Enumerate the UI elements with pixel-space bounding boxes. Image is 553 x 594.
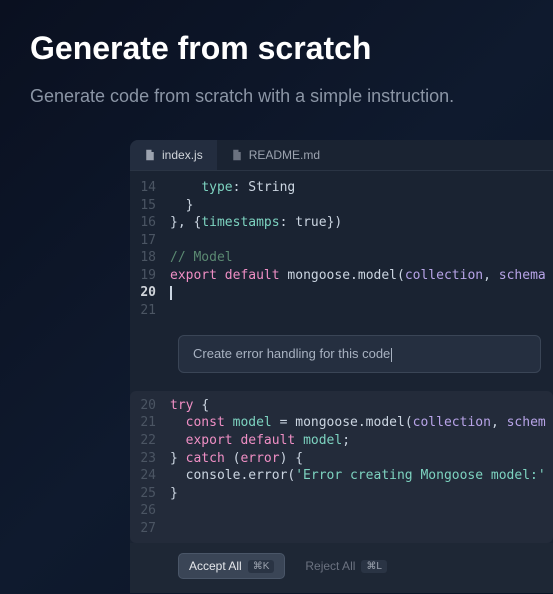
editor-panel: index.js README.md 14 type: String15 }16… <box>130 140 553 593</box>
line-number: 21 <box>130 414 170 432</box>
button-label: Accept All <box>189 559 242 573</box>
action-bar: Accept All ⌘K Reject All ⌘L <box>130 543 553 593</box>
cursor-icon <box>170 286 172 300</box>
code-line[interactable]: 26 <box>130 502 553 520</box>
line-content: } <box>170 485 553 503</box>
line-number: 23 <box>130 450 170 468</box>
line-content <box>170 302 553 320</box>
code-suggestion: 20try {21 const model = mongoose.model(c… <box>130 391 553 543</box>
line-number: 14 <box>130 179 170 197</box>
code-line[interactable]: 24 console.error('Error creating Mongoos… <box>130 467 553 485</box>
code-line[interactable]: 25} <box>130 485 553 503</box>
code-line[interactable]: 20try { <box>130 397 553 415</box>
line-content: // Model <box>170 249 553 267</box>
reject-all-button[interactable]: Reject All ⌘L <box>295 553 397 579</box>
suggestion-block: 20try {21 const model = mongoose.model(c… <box>130 391 553 593</box>
text-cursor <box>391 348 392 362</box>
line-content: const model = mongoose.model(collection,… <box>170 414 553 432</box>
accept-all-button[interactable]: Accept All ⌘K <box>178 553 285 579</box>
code-line[interactable]: 19export default mongoose.model(collecti… <box>130 267 553 285</box>
line-number: 22 <box>130 432 170 450</box>
button-label: Reject All <box>305 559 355 573</box>
code-editor-top[interactable]: 14 type: String15 }16}, {timestamps: tru… <box>130 171 553 327</box>
page-title: Generate from scratch <box>30 30 523 67</box>
file-js-icon <box>144 149 156 161</box>
line-content: } catch (error) { <box>170 450 553 468</box>
line-content: }, {timestamps: true}) <box>170 214 553 232</box>
code-line[interactable]: 21 <box>130 302 553 320</box>
line-number: 26 <box>130 502 170 520</box>
line-content: try { <box>170 397 553 415</box>
line-number: 21 <box>130 302 170 320</box>
line-number: 19 <box>130 267 170 285</box>
kbd-shortcut: ⌘K <box>248 560 275 573</box>
line-number: 15 <box>130 197 170 215</box>
line-number: 18 <box>130 249 170 267</box>
line-content <box>170 284 553 302</box>
tab-label: README.md <box>249 148 320 162</box>
prompt-input[interactable]: Create error handling for this code <box>178 335 541 373</box>
prompt-text: Create error handling for this code <box>193 346 390 361</box>
tab-bar: index.js README.md <box>130 140 553 171</box>
code-line[interactable]: 20 <box>130 284 553 302</box>
line-number: 20 <box>130 397 170 415</box>
line-number: 25 <box>130 485 170 503</box>
code-line[interactable]: 27 <box>130 520 553 538</box>
line-number: 20 <box>130 284 170 302</box>
tab-readme[interactable]: README.md <box>217 140 334 170</box>
code-line[interactable]: 16}, {timestamps: true}) <box>130 214 553 232</box>
code-line[interactable]: 23} catch (error) { <box>130 450 553 468</box>
line-content <box>170 520 553 538</box>
tab-label: index.js <box>162 148 203 162</box>
code-line[interactable]: 17 <box>130 232 553 250</box>
code-line[interactable]: 21 const model = mongoose.model(collecti… <box>130 414 553 432</box>
code-line[interactable]: 18// Model <box>130 249 553 267</box>
line-content: } <box>170 197 553 215</box>
code-line[interactable]: 14 type: String <box>130 179 553 197</box>
line-content: console.error('Error creating Mongoose m… <box>170 467 553 485</box>
line-content: export default model; <box>170 432 553 450</box>
tab-index-js[interactable]: index.js <box>130 140 217 170</box>
code-line[interactable]: 22 export default model; <box>130 432 553 450</box>
line-content <box>170 502 553 520</box>
kbd-shortcut: ⌘L <box>361 560 387 573</box>
code-line[interactable]: 15 } <box>130 197 553 215</box>
file-md-icon <box>231 149 243 161</box>
line-content <box>170 232 553 250</box>
line-number: 24 <box>130 467 170 485</box>
line-number: 16 <box>130 214 170 232</box>
page-subtitle: Generate code from scratch with a simple… <box>30 83 523 110</box>
line-number: 27 <box>130 520 170 538</box>
line-content: export default mongoose.model(collection… <box>170 267 553 285</box>
line-content: type: String <box>170 179 553 197</box>
line-number: 17 <box>130 232 170 250</box>
